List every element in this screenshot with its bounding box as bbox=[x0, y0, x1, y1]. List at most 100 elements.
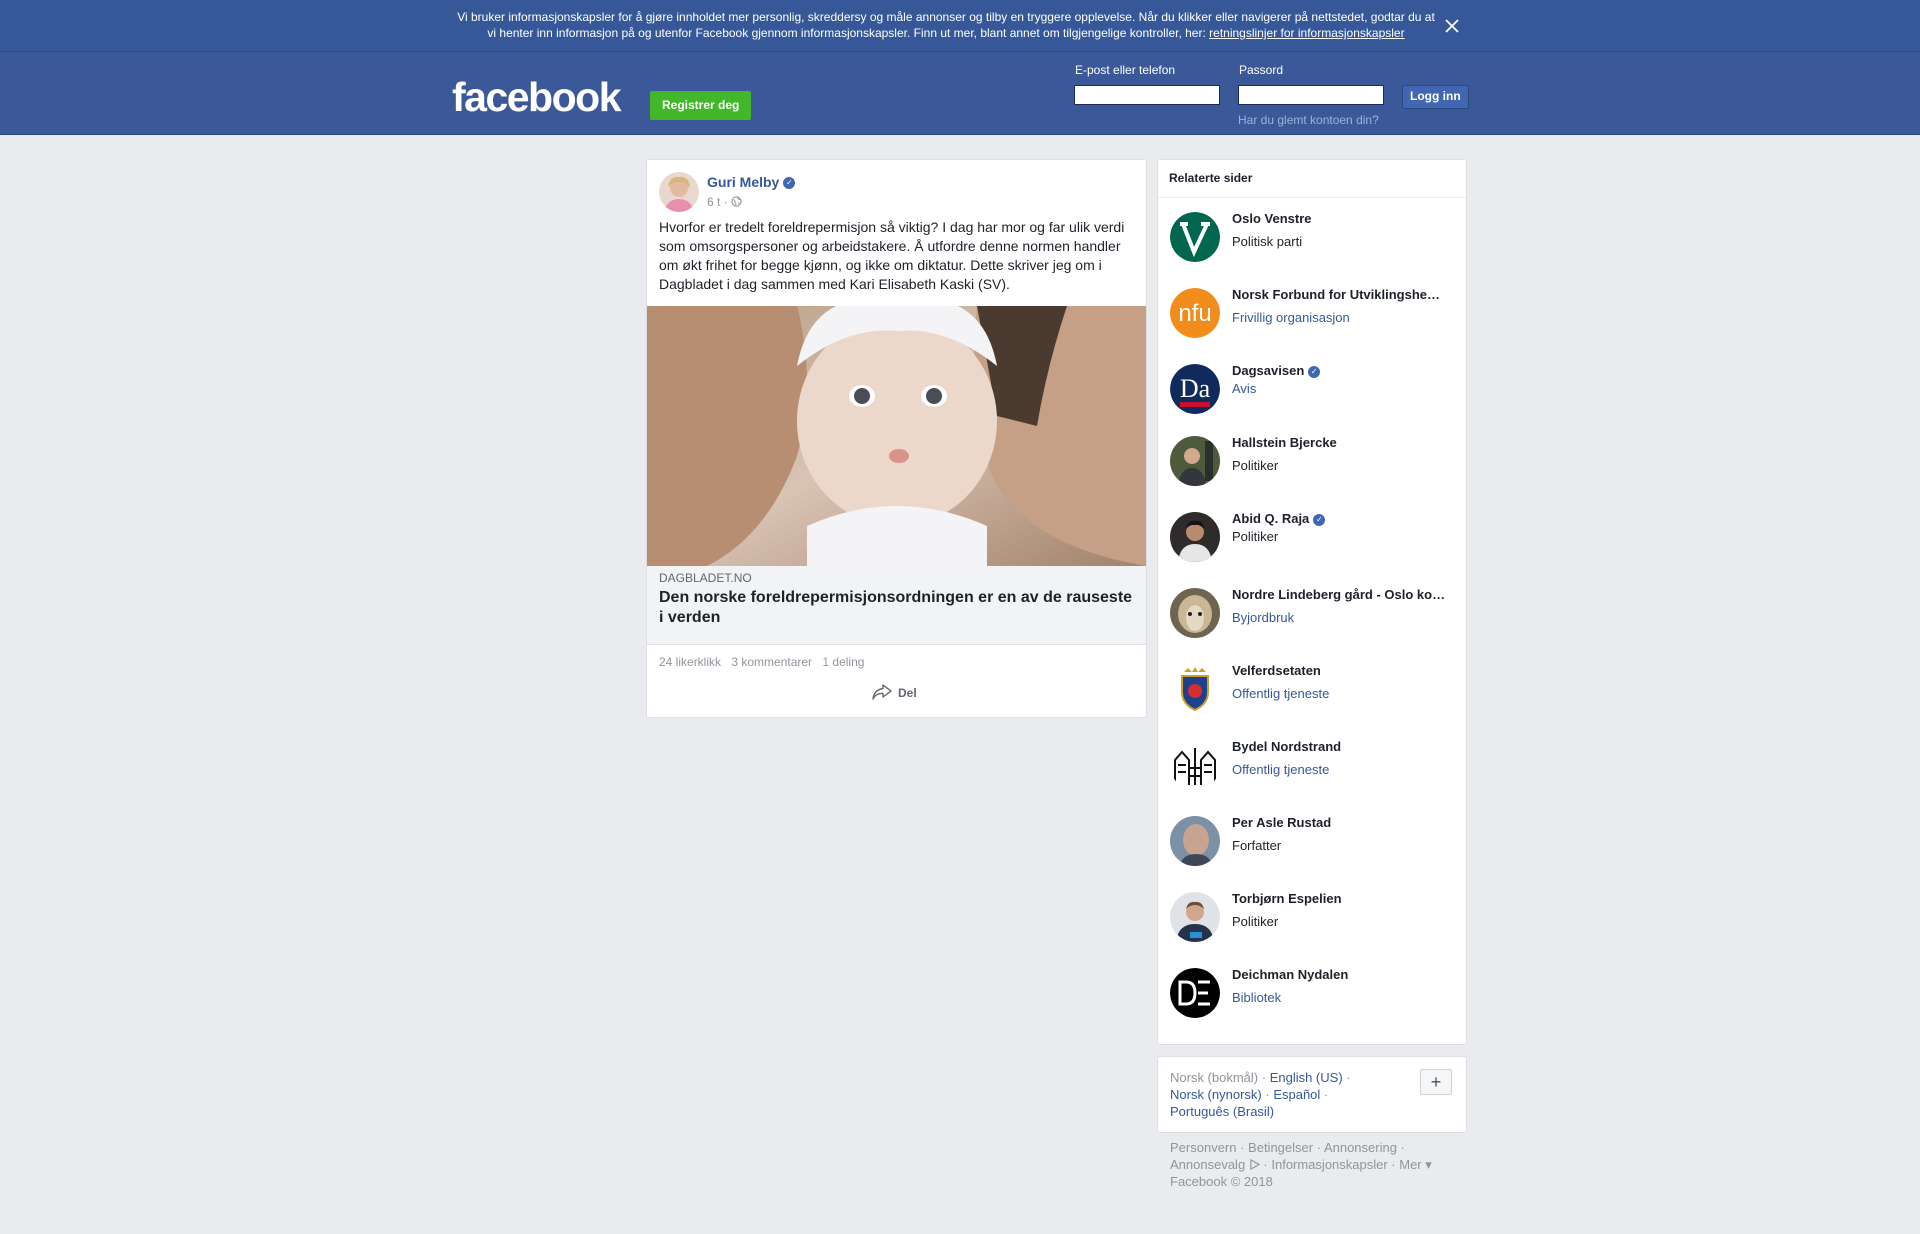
more-languages-plus-icon[interactable]: + bbox=[1420, 1069, 1452, 1095]
post-text: Hvorfor er tredelt foreldrepermisjon så … bbox=[659, 219, 1125, 292]
related-item-name[interactable]: Velferdsetaten bbox=[1232, 663, 1450, 678]
related-item-name[interactable]: Nordre Lindeberg gård - Oslo kommune bbox=[1232, 587, 1450, 602]
language-list: Norsk (bokmål) · English (US) · Norsk (n… bbox=[1170, 1070, 1351, 1119]
post-image[interactable] bbox=[647, 298, 1146, 566]
related-item-category: Politiker bbox=[1232, 914, 1279, 929]
related-item-deichman-nydalen[interactable]: Deichman Nydalen Bibliotek bbox=[1170, 961, 1460, 1019]
verified-badge-icon: ✓ bbox=[1313, 513, 1326, 526]
related-pages: Relaterte sider Oslo Venstre Politisk pa… bbox=[1157, 159, 1467, 1045]
link-domain: DAGBLADET.NO bbox=[659, 571, 752, 585]
link-title[interactable]: Den norske foreldrepermisjonsordningen e… bbox=[659, 588, 1134, 628]
footer-privacy-link[interactable]: Personvern bbox=[1170, 1140, 1236, 1155]
bydel-nordstrand-logo-icon bbox=[1170, 740, 1220, 790]
related-item-category[interactable]: Avis bbox=[1232, 381, 1256, 396]
oslo-venstre-logo-icon bbox=[1170, 212, 1220, 262]
related-item-category[interactable]: Bibliotek bbox=[1232, 990, 1281, 1005]
related-item-name[interactable]: Deichman Nydalen bbox=[1232, 967, 1450, 982]
related-item-category[interactable]: Byjordbruk bbox=[1232, 610, 1294, 625]
email-label: E-post eller telefon bbox=[1075, 63, 1176, 77]
adchoices-icon bbox=[1249, 1157, 1261, 1172]
related-item-category: Politiker bbox=[1232, 458, 1279, 473]
password-field[interactable] bbox=[1238, 85, 1384, 105]
footer-cookies-link[interactable]: Informasjonskapsler bbox=[1271, 1157, 1387, 1172]
shares-count[interactable]: 1 deling bbox=[822, 655, 864, 669]
email-field[interactable] bbox=[1074, 85, 1220, 105]
sheep-avatar-icon bbox=[1170, 588, 1220, 638]
copyright: Facebook © 2018 bbox=[1170, 1174, 1273, 1189]
related-item-per-asle-rustad[interactable]: Per Asle Rustad Forfatter bbox=[1170, 809, 1460, 867]
torbjorn-avatar-icon bbox=[1170, 892, 1220, 942]
login-button[interactable]: Logg inn bbox=[1402, 85, 1469, 109]
top-header: facebook Registrer deg E-post eller tele… bbox=[0, 52, 1920, 135]
close-icon[interactable] bbox=[1440, 14, 1464, 38]
verified-badge-icon: ✓ bbox=[1308, 365, 1321, 378]
hallstein-avatar-icon bbox=[1170, 436, 1220, 486]
share-label: Del bbox=[898, 686, 917, 700]
post-time[interactable]: 6 t bbox=[707, 195, 720, 209]
more-dropdown-icon[interactable]: ▾ bbox=[1425, 1157, 1432, 1172]
related-item-torbjorn-espelien[interactable]: Torbjørn Espelien Politiker bbox=[1170, 885, 1460, 943]
per-asle-avatar-icon bbox=[1170, 816, 1220, 866]
related-item-name[interactable]: Per Asle Rustad bbox=[1232, 815, 1450, 830]
related-item-abid-raja[interactable]: Abid Q. Raja ✓ Politiker bbox=[1170, 505, 1460, 563]
link-preview[interactable]: DAGBLADET.NO Den norske foreldrepermisjo… bbox=[647, 566, 1146, 645]
post-author[interactable]: Guri Melby ✓ bbox=[707, 174, 796, 190]
register-button[interactable]: Registrer deg bbox=[650, 91, 752, 120]
related-item-dagsavisen[interactable]: Da Dagsavisen ✓ Avis bbox=[1170, 357, 1460, 415]
related-item-category[interactable]: Offentlig tjeneste bbox=[1232, 762, 1329, 777]
globe-icon bbox=[731, 195, 742, 209]
share-icon bbox=[872, 683, 892, 703]
author-avatar[interactable] bbox=[659, 172, 699, 212]
related-item-name[interactable]: Bydel Nordstrand bbox=[1232, 739, 1450, 754]
comments-count[interactable]: 3 kommentarer bbox=[731, 655, 812, 669]
cookie-policy-link[interactable]: retningslinjer for informasjonskapsler bbox=[1209, 26, 1404, 40]
related-item-name[interactable]: Dagsavisen ✓ bbox=[1232, 363, 1450, 378]
footer-adchoices-link[interactable]: Annonsevalg bbox=[1170, 1157, 1245, 1172]
related-item-name[interactable]: Torbjørn Espelien bbox=[1232, 891, 1450, 906]
facebook-logo[interactable]: facebook bbox=[452, 76, 622, 118]
likes-count[interactable]: 24 likerklikk bbox=[659, 655, 721, 669]
nfu-logo-icon: nfu bbox=[1170, 288, 1220, 338]
deichman-logo-icon bbox=[1170, 968, 1220, 1018]
related-item-nordre-lindeberg[interactable]: Nordre Lindeberg gård - Oslo kommune Byj… bbox=[1170, 581, 1460, 639]
related-item-name[interactable]: Oslo Venstre bbox=[1232, 211, 1450, 226]
related-item-nfu[interactable]: nfu Norsk Forbund for Utviklingshemmede … bbox=[1170, 281, 1460, 339]
related-item-name[interactable]: Abid Q. Raja ✓ bbox=[1232, 511, 1450, 526]
related-item-name[interactable]: Norsk Forbund for Utviklingshemmede bbox=[1232, 287, 1450, 302]
language-english-us[interactable]: English (US) bbox=[1270, 1070, 1343, 1085]
footer-advertising-link[interactable]: Annonsering bbox=[1324, 1140, 1397, 1155]
verified-badge-icon: ✓ bbox=[783, 177, 796, 190]
post-stats: 24 likerklikk 3 kommentarer 1 deling bbox=[659, 655, 871, 669]
related-item-hallstein[interactable]: Hallstein Bjercke Politiker bbox=[1170, 429, 1460, 487]
post-meta: 6 t · bbox=[707, 195, 742, 209]
language-selector: Norsk (bokmål) · English (US) · Norsk (n… bbox=[1157, 1056, 1467, 1133]
oslo-coat-of-arms-icon bbox=[1170, 664, 1220, 714]
svg-text:nfu: nfu bbox=[1178, 300, 1211, 327]
svg-text:Da: Da bbox=[1180, 374, 1211, 403]
password-label: Passord bbox=[1239, 63, 1284, 77]
related-item-category[interactable]: Frivillig organisasjon bbox=[1232, 310, 1350, 325]
cookie-text: Vi bruker informasjonskapsler for å gjør… bbox=[457, 10, 1435, 40]
related-item-category: Forfatter bbox=[1232, 838, 1282, 853]
share-button[interactable]: Del bbox=[872, 682, 917, 704]
post-card: Guri Melby ✓ 6 t · Hvorfor er tredelt for… bbox=[646, 159, 1147, 718]
language-norsk-nynorsk[interactable]: Norsk (nynorsk) bbox=[1170, 1087, 1262, 1102]
related-item-category[interactable]: Offentlig tjeneste bbox=[1232, 686, 1329, 701]
language-portugues-brasil[interactable]: Português (Brasil) bbox=[1170, 1104, 1274, 1119]
related-item-bydel-nordstrand[interactable]: Bydel Nordstrand Offentlig tjeneste bbox=[1170, 733, 1460, 791]
abid-raja-avatar-icon bbox=[1170, 512, 1220, 562]
forgot-account-link[interactable]: Har du glemt kontoen din? bbox=[1238, 113, 1379, 127]
footer-more-link[interactable]: Mer bbox=[1399, 1157, 1421, 1172]
related-item-oslo-venstre[interactable]: Oslo Venstre Politisk parti bbox=[1170, 205, 1460, 263]
current-language: Norsk (bokmål) bbox=[1170, 1070, 1259, 1085]
related-item-category: Politiker bbox=[1232, 529, 1279, 544]
related-item-name[interactable]: Hallstein Bjercke bbox=[1232, 435, 1450, 450]
related-item-velferdsetaten[interactable]: Velferdsetaten Offentlig tjeneste bbox=[1170, 657, 1460, 715]
related-pages-title: Relaterte sider bbox=[1158, 160, 1466, 198]
cookie-banner: Vi bruker informasjonskapsler for å gjør… bbox=[0, 0, 1920, 52]
related-item-category: Politisk parti bbox=[1232, 234, 1303, 249]
footer: Personvern · Betingelser · Annonsering ·… bbox=[1170, 1140, 1432, 1189]
language-espanol[interactable]: Español bbox=[1273, 1087, 1320, 1102]
footer-terms-link[interactable]: Betingelser bbox=[1248, 1140, 1313, 1155]
dagsavisen-logo-icon: Da bbox=[1170, 364, 1220, 414]
